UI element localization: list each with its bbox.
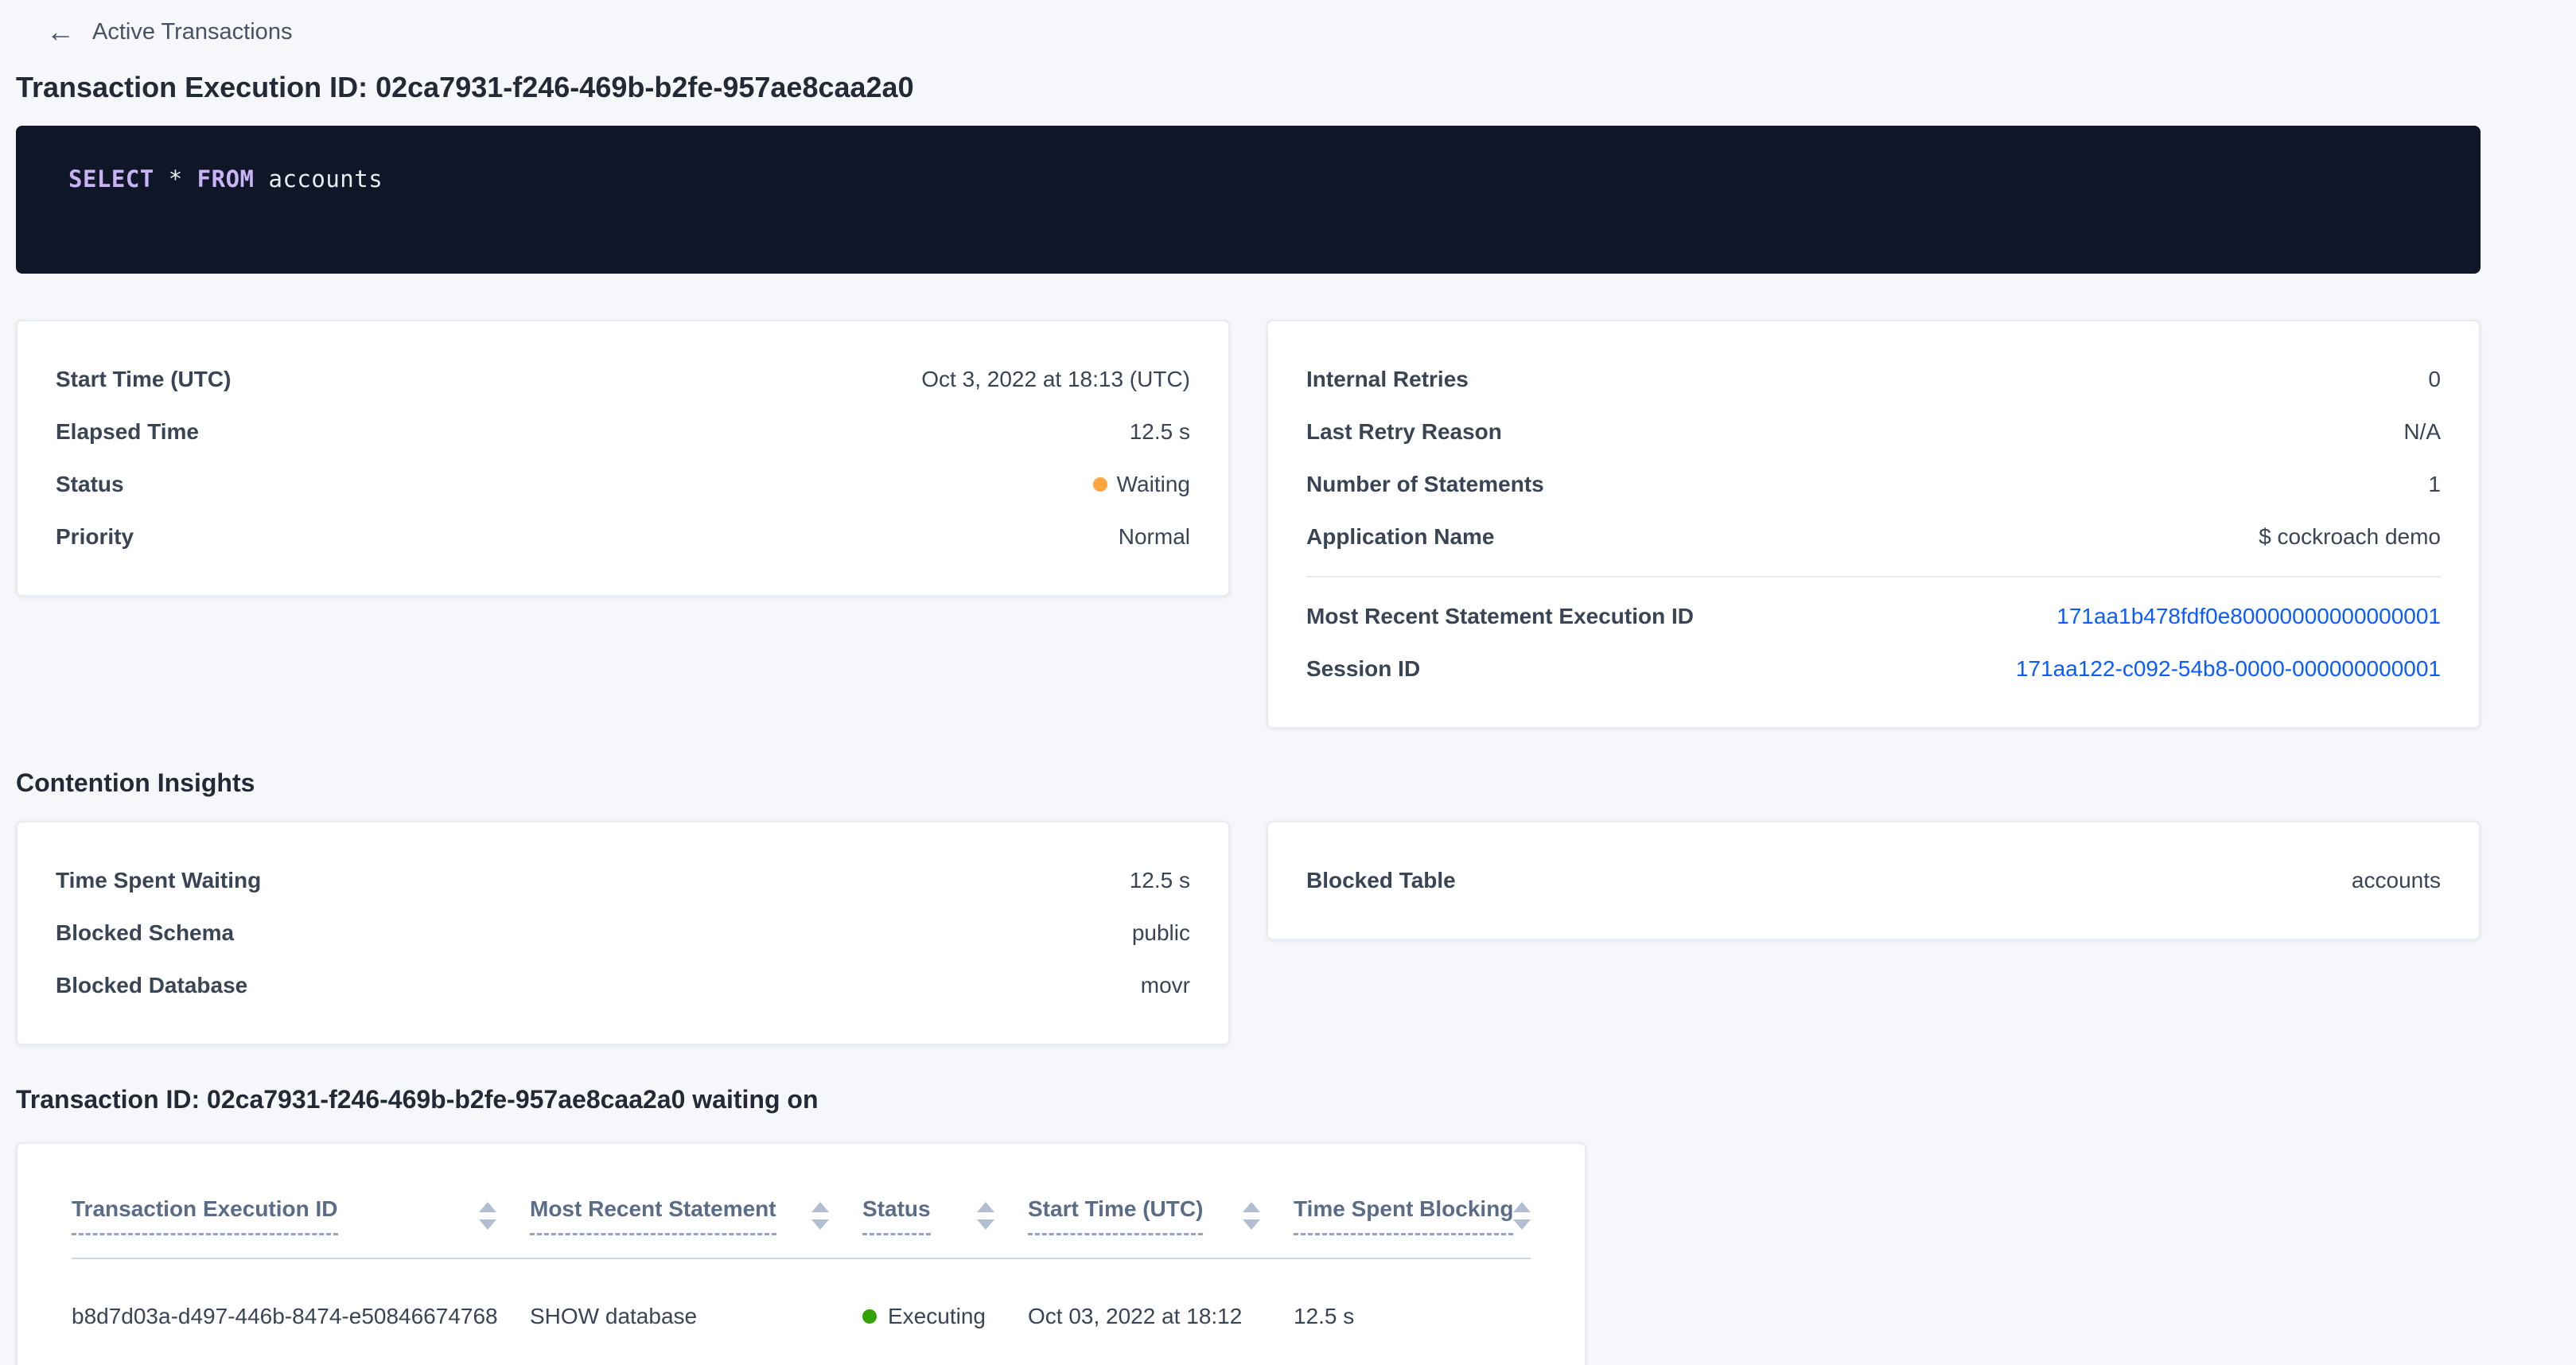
cell-status: Executing: [862, 1258, 1028, 1365]
row-label: Status: [56, 472, 124, 497]
summary-row-elapsed-time: Elapsed Time 12.5 s: [56, 406, 1190, 458]
summary-row-application-name: Application Name $ cockroach demo: [1306, 511, 2441, 563]
row-value: accounts: [2352, 868, 2441, 893]
column-header-status[interactable]: Status: [862, 1177, 1028, 1258]
table-header-row: Transaction Execution ID Most Recent Sta…: [72, 1177, 1531, 1258]
summary-cards-row: Start Time (UTC) Oct 3, 2022 at 18:13 (U…: [16, 320, 2481, 729]
waiting-on-table-card: Transaction Execution ID Most Recent Sta…: [16, 1142, 1586, 1365]
column-header-label[interactable]: Transaction Execution ID: [72, 1196, 338, 1235]
summary-row-number-of-statements: Number of Statements 1: [1306, 458, 2441, 511]
row-label: Priority: [56, 524, 134, 550]
cell-most-recent-statement: SHOW database: [530, 1258, 862, 1365]
summary-row-session-id: Session ID 171aa122-c092-54b8-0000-00000…: [1306, 643, 2441, 695]
contention-row-blocked-table: Blocked Table accounts: [1306, 854, 2441, 907]
row-label: Start Time (UTC): [56, 367, 231, 392]
status-text: Executing: [888, 1304, 986, 1329]
page-title: Transaction Execution ID: 02ca7931-f246-…: [16, 70, 2481, 105]
sql-keyword: SELECT: [68, 165, 154, 192]
sort-icon[interactable]: [811, 1202, 829, 1230]
row-value: movr: [1141, 973, 1190, 998]
row-value: 1: [2428, 472, 2441, 497]
row-label: Last Retry Reason: [1306, 419, 1502, 445]
sort-icon[interactable]: [1513, 1202, 1531, 1230]
summary-row-status: Status Waiting: [56, 458, 1190, 511]
row-value: 12.5 s: [1130, 419, 1190, 445]
column-header-label[interactable]: Status: [862, 1196, 931, 1235]
row-value: public: [1132, 920, 1190, 946]
sql-table-name: accounts: [268, 165, 383, 192]
waiting-on-heading: Transaction ID: 02ca7931-f246-469b-b2fe-…: [16, 1083, 2481, 1115]
summary-row-start-time: Start Time (UTC) Oct 3, 2022 at 18:13 (U…: [56, 353, 1190, 406]
sql-keyword: FROM: [197, 165, 255, 192]
table-row: b8d7d03a-d497-446b-8474-e50846674768 SHO…: [72, 1258, 1531, 1365]
statement-execution-id-link[interactable]: 171aa1b478fdf0e80000000000000001: [2057, 604, 2441, 629]
row-value: 0: [2428, 367, 2441, 392]
row-value: N/A: [2403, 419, 2441, 445]
column-header-time-spent-blocking[interactable]: Time Spent Blocking: [1294, 1177, 1531, 1258]
summary-row-internal-retries: Internal Retries 0: [1306, 353, 2441, 406]
summary-card-left: Start Time (UTC) Oct 3, 2022 at 18:13 (U…: [16, 320, 1230, 597]
row-value: Normal: [1119, 524, 1190, 550]
contention-row-time-spent-waiting: Time Spent Waiting 12.5 s: [56, 854, 1190, 907]
sort-icon[interactable]: [977, 1202, 994, 1230]
row-label: Time Spent Waiting: [56, 868, 261, 893]
row-label: Application Name: [1306, 524, 1494, 550]
contention-card-right: Blocked Table accounts: [1267, 821, 2481, 940]
row-label: Internal Retries: [1306, 367, 1469, 392]
cell-time-spent-blocking: 12.5 s: [1294, 1258, 1531, 1365]
column-header-transaction-execution-id[interactable]: Transaction Execution ID: [72, 1177, 530, 1258]
back-arrow-icon[interactable]: ←: [46, 18, 75, 46]
column-header-label[interactable]: Most Recent Statement: [530, 1196, 776, 1235]
cell-start-time: Oct 03, 2022 at 18:12: [1028, 1258, 1294, 1365]
contention-row-blocked-schema: Blocked Schema public: [56, 907, 1190, 959]
summary-row-statement-execution-id: Most Recent Statement Execution ID 171aa…: [1306, 590, 2441, 643]
transaction-details-page: ← Active Transactions Transaction Execut…: [0, 0, 2576, 1365]
row-value: $ cockroach demo: [2259, 524, 2441, 550]
contention-card-left: Time Spent Waiting 12.5 s Blocked Schema…: [16, 821, 1230, 1045]
sort-icon[interactable]: [479, 1202, 496, 1230]
column-header-label[interactable]: Start Time (UTC): [1028, 1196, 1203, 1235]
row-value: 12.5 s: [1130, 868, 1190, 893]
row-label: Blocked Table: [1306, 868, 1456, 893]
row-label: Most Recent Statement Execution ID: [1306, 604, 1694, 629]
status-executing-dot-icon: [862, 1309, 877, 1324]
summary-row-priority: Priority Normal: [56, 511, 1190, 563]
column-header-most-recent-statement[interactable]: Most Recent Statement: [530, 1177, 862, 1258]
back-link-label[interactable]: Active Transactions: [92, 19, 292, 45]
row-label: Number of Statements: [1306, 472, 1544, 497]
status-waiting-dot-icon: [1093, 477, 1107, 492]
row-value: Waiting: [1093, 472, 1190, 497]
row-label: Blocked Schema: [56, 920, 234, 946]
row-label: Elapsed Time: [56, 419, 199, 445]
summary-card-right: Internal Retries 0 Last Retry Reason N/A…: [1267, 320, 2481, 729]
contention-cards-row: Time Spent Waiting 12.5 s Blocked Schema…: [16, 821, 2481, 1045]
column-header-start-time[interactable]: Start Time (UTC): [1028, 1177, 1294, 1258]
row-label: Blocked Database: [56, 973, 247, 998]
session-id-link[interactable]: 171aa122-c092-54b8-0000-000000000001: [2016, 656, 2441, 682]
cell-transaction-execution-id: b8d7d03a-d497-446b-8474-e50846674768: [72, 1258, 530, 1365]
card-divider: [1306, 576, 2441, 578]
column-header-label[interactable]: Time Spent Blocking: [1294, 1196, 1513, 1235]
row-value: Oct 3, 2022 at 18:13 (UTC): [921, 367, 1190, 392]
waiting-on-table: Transaction Execution ID Most Recent Sta…: [72, 1177, 1531, 1365]
sql-statement-box: SELECT * FROM accounts: [16, 126, 2481, 274]
row-label: Session ID: [1306, 656, 1420, 682]
sql-operator: *: [169, 165, 183, 192]
back-link[interactable]: ← Active Transactions: [16, 10, 2481, 46]
status-text: Waiting: [1117, 472, 1190, 497]
sort-icon[interactable]: [1243, 1202, 1260, 1230]
contention-insights-heading: Contention Insights: [16, 767, 2481, 799]
contention-row-blocked-database: Blocked Database movr: [56, 959, 1190, 1012]
summary-row-last-retry-reason: Last Retry Reason N/A: [1306, 406, 2441, 458]
